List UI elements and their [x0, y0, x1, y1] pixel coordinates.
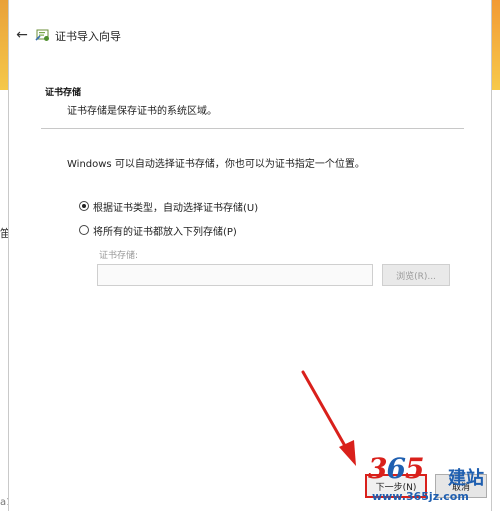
watermark-cn-text: 建站 [448, 468, 484, 489]
browse-button[interactable]: 浏览(R)... [382, 264, 450, 286]
header-divider [41, 128, 464, 129]
section-title: 证书存储 [45, 88, 82, 98]
background-desktop-right [492, 0, 500, 511]
watermark-number: 365 [368, 452, 424, 485]
watermark-url: www.365jz.com [372, 490, 469, 503]
back-arrow-icon[interactable]: ← [13, 26, 31, 44]
radio-place-all-in-store[interactable]: 将所有的证书都放入下列存储(P) [79, 222, 237, 238]
radio-auto-select-store[interactable]: 根据证书类型，自动选择证书存储(U) [79, 198, 258, 214]
radio-place-all-label: 将所有的证书都放入下列存储(P) [93, 226, 237, 238]
certificate-store-input[interactable] [97, 264, 373, 286]
intro-text: Windows 可以自动选择证书存储，你也可以为证书指定一个位置。 [67, 159, 365, 170]
certificate-store-label: 证书存储: [99, 251, 139, 261]
radio-button-checked[interactable] [79, 201, 89, 211]
watermark-logo: 365 建站 www.365jz.com [360, 452, 498, 510]
wizard-header: ← 证书导入向导 [9, 22, 491, 50]
screenshot: 笛 a1354776ed ← 证书导入向导 证书存储 证书存储是保存证书的系统区… [0, 0, 500, 511]
radio-auto-select-label: 根据证书类型，自动选择证书存储(U) [93, 202, 259, 214]
certificate-import-wizard-dialog: ← 证书导入向导 证书存储 证书存储是保存证书的系统区域。 Windows 可以… [8, 0, 492, 511]
section-description: 证书存储是保存证书的系统区域。 [67, 106, 217, 117]
background-desktop-left [0, 0, 8, 511]
certificate-wizard-icon [35, 29, 49, 41]
radio-button-unchecked[interactable] [79, 225, 89, 235]
dialog-title: 证书导入向导 [55, 30, 121, 43]
background-left-glyph: 笛 [0, 227, 8, 239]
